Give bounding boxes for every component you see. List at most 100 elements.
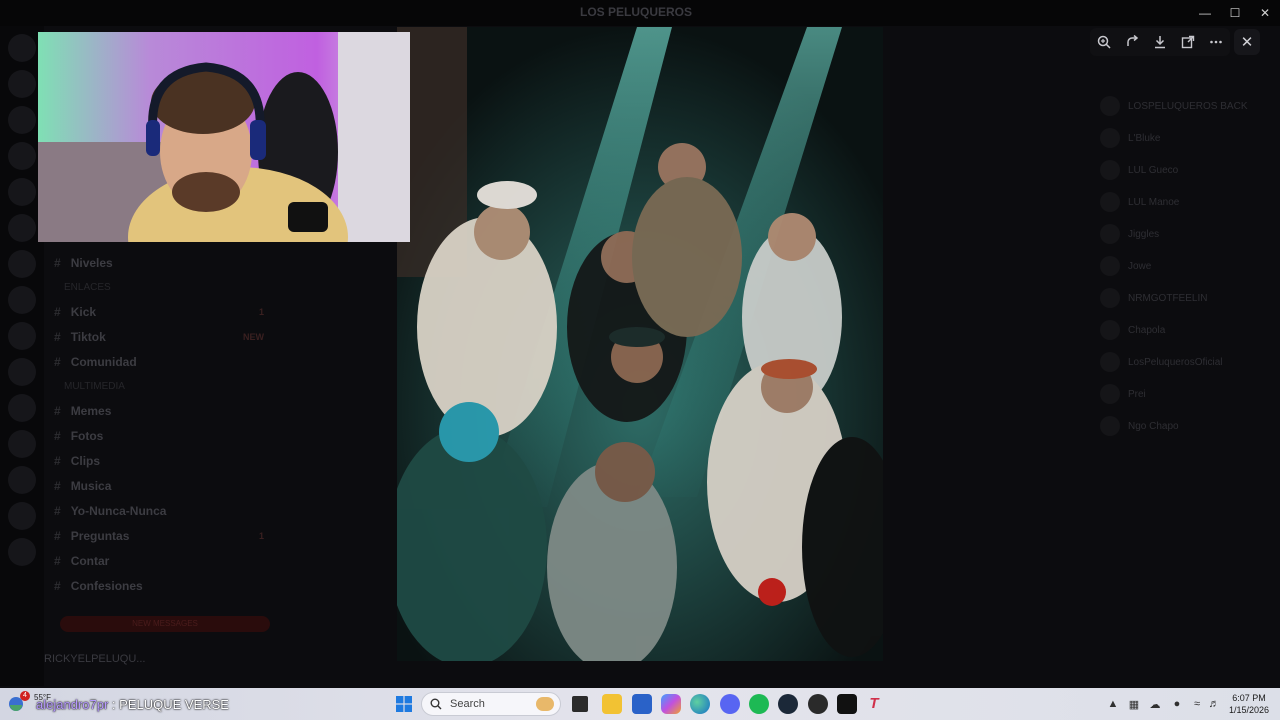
server-icon[interactable] (8, 358, 36, 386)
channel-item[interactable]: # Memes (44, 398, 274, 423)
window-controls: — ☐ ✕ (1190, 0, 1280, 26)
start-button[interactable] (396, 696, 412, 712)
channel-item[interactable]: # Fotos (44, 423, 274, 448)
open-external-icon[interactable] (1176, 30, 1200, 54)
media-viewer-toolbar (1090, 28, 1230, 56)
hash-icon: # (54, 503, 61, 518)
server-icon[interactable] (8, 214, 36, 242)
member-item[interactable]: Prei (1090, 378, 1280, 410)
member-item[interactable]: Jowe (1090, 250, 1280, 282)
channel-category[interactable]: ENLACES (44, 275, 274, 299)
taskbar: 4 55°F alejandro7pr : PELUQUE VERSE Sear… (0, 688, 1280, 720)
channel-item[interactable]: # Niveles (44, 250, 274, 275)
server-icon[interactable] (8, 394, 36, 422)
edge-icon[interactable] (690, 694, 710, 714)
maximize-button[interactable]: ☐ (1220, 0, 1250, 26)
tiktok-icon[interactable] (837, 694, 857, 714)
media-viewer-image[interactable] (397, 27, 883, 661)
avatar (1100, 256, 1120, 276)
hash-icon: # (54, 578, 61, 593)
member-item[interactable]: Ngo Chapo (1090, 410, 1280, 442)
file-explorer-icon[interactable] (602, 694, 622, 714)
channel-item[interactable]: # Clips (44, 448, 274, 473)
server-icon[interactable] (8, 466, 36, 494)
channel-item[interactable]: # Yo-Nunca-Nunca (44, 498, 274, 523)
stream-overlay-text: alejandro7pr : PELUQUE VERSE (36, 697, 229, 712)
member-item[interactable]: LUL Gueco (1090, 154, 1280, 186)
hash-icon: # (54, 354, 61, 369)
unread-badge: 1 (258, 530, 264, 541)
member-item[interactable]: LUL Manoe (1090, 186, 1280, 218)
download-icon[interactable] (1148, 30, 1172, 54)
channel-item[interactable]: # Kick 1 (44, 299, 274, 324)
channel-item[interactable]: # Confesiones (44, 573, 274, 598)
hash-icon: # (54, 428, 61, 443)
volume-icon[interactable]: ♬ (1207, 697, 1221, 711)
member-item[interactable]: NRMGOTFEELIN (1090, 282, 1280, 314)
avatar (1100, 384, 1120, 404)
obs-icon[interactable] (808, 694, 828, 714)
party-photo (397, 27, 883, 661)
member-item[interactable]: LOSPELUQUEROS BACK (1090, 90, 1280, 122)
server-icon[interactable] (8, 538, 36, 566)
server-icon[interactable] (8, 142, 36, 170)
spotify-icon[interactable] (749, 694, 769, 714)
server-icon[interactable] (8, 250, 36, 278)
server-icon[interactable] (8, 70, 36, 98)
network-tray-icon[interactable]: ☁ (1148, 697, 1162, 711)
zoom-icon[interactable] (1092, 30, 1116, 54)
app-tray-icon[interactable]: ▦ (1127, 697, 1141, 711)
server-icon[interactable] (8, 430, 36, 458)
avatar (1100, 352, 1120, 372)
user-panel[interactable]: RICKYELPELUQU... (44, 646, 274, 676)
server-icon[interactable] (8, 178, 36, 206)
new-messages-pill[interactable]: NEW MESSAGES (60, 616, 270, 632)
unread-badge: NEW (243, 331, 264, 342)
steam-icon[interactable] (778, 694, 798, 714)
chevron-up-icon[interactable]: ▲ (1106, 697, 1120, 711)
avatar (1100, 288, 1120, 308)
minimize-button[interactable]: — (1190, 0, 1220, 26)
discord-icon[interactable] (720, 694, 740, 714)
window-close-button[interactable]: ✕ (1250, 0, 1280, 26)
server-icon[interactable] (8, 286, 36, 314)
more-icon[interactable] (1204, 30, 1228, 54)
rotate-icon[interactable] (1120, 30, 1144, 54)
server-icon[interactable] (8, 34, 36, 62)
hash-icon: # (54, 304, 61, 319)
taskbar-clock[interactable]: 6:07 PM 1/15/2026 (1224, 692, 1274, 716)
task-view-icon[interactable] (572, 696, 588, 712)
viewer-close-button[interactable]: ✕ (1234, 29, 1260, 55)
channel-item[interactable]: # Contar (44, 548, 274, 573)
server-icon[interactable] (8, 502, 36, 530)
taskbar-search[interactable]: Search (421, 692, 561, 716)
avatar (1100, 96, 1120, 116)
avatar (1100, 160, 1120, 180)
member-item[interactable]: Jiggles (1090, 218, 1280, 250)
member-item[interactable]: Chapola (1090, 314, 1280, 346)
text-app-icon[interactable]: T (864, 694, 884, 714)
channel-item[interactable]: # Preguntas 1 (44, 523, 274, 548)
member-item[interactable]: L'Bluke (1090, 122, 1280, 154)
hash-icon: # (54, 329, 61, 344)
windows-icon (396, 696, 412, 712)
avatar (1100, 224, 1120, 244)
channel-item[interactable]: # Musica (44, 473, 274, 498)
copilot-icon[interactable] (661, 694, 681, 714)
microphone-icon[interactable]: ● (1170, 697, 1184, 711)
avatar (1100, 128, 1120, 148)
avatar (1100, 416, 1120, 436)
member-list: LOSPELUQUEROS BACK L'Bluke LUL Gueco LUL… (1090, 90, 1280, 680)
hash-icon: # (54, 553, 61, 568)
search-placeholder: Search (450, 698, 485, 710)
channel-item[interactable]: # Tiktok NEW (44, 324, 274, 349)
channel-category[interactable]: MULTIMEDIA (44, 374, 274, 398)
member-item[interactable]: LosPeluquerosOficial (1090, 346, 1280, 378)
server-icon[interactable] (8, 322, 36, 350)
channel-item[interactable]: # Comunidad (44, 349, 274, 374)
server-icon[interactable] (8, 106, 36, 134)
notification-badge: 4 (20, 691, 30, 701)
store-icon[interactable] (632, 694, 652, 714)
hash-icon: # (54, 255, 61, 270)
wifi-icon[interactable]: ≈ (1190, 697, 1204, 711)
